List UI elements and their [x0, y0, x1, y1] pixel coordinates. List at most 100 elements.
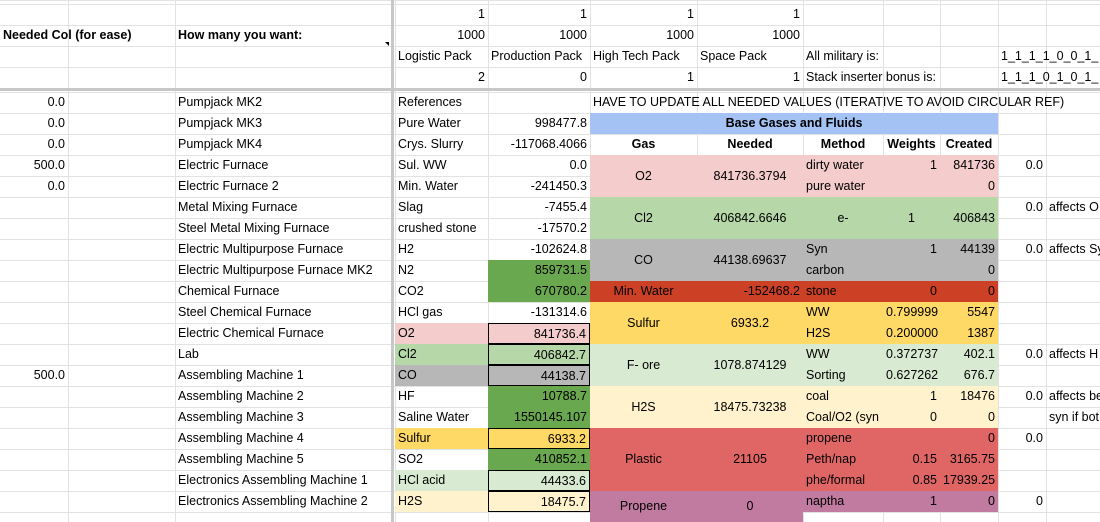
- cell-h17[interactable]: F- ore: [590, 344, 697, 386]
- cell-k10[interactable]: 1: [883, 197, 940, 239]
- cell-c5[interactable]: Pumpjack MK2: [175, 92, 395, 113]
- cell-g10[interactable]: -7455.4: [488, 197, 590, 218]
- cell-c6[interactable]: Pumpjack MK3: [175, 113, 395, 134]
- cell-g8[interactable]: 0.0: [488, 155, 590, 176]
- cell-i17[interactable]: 1078.874129: [697, 344, 803, 386]
- cell-g21[interactable]: 6933.2: [488, 428, 590, 449]
- cell-c20[interactable]: Assembling Machine 3: [175, 407, 395, 428]
- cell-j21[interactable]: propene: [803, 428, 883, 449]
- cell-i8[interactable]: 841736.3794: [697, 155, 803, 197]
- cell-j22[interactable]: Peth/nap: [803, 449, 883, 470]
- cell-h10[interactable]: Cl2: [590, 197, 697, 239]
- cell-m21[interactable]: 0.0: [998, 428, 1046, 449]
- cell-i14[interactable]: -152468.2: [697, 281, 803, 302]
- cell-f23[interactable]: HCl acid: [395, 470, 488, 491]
- cell-l18[interactable]: 676.7: [940, 365, 998, 386]
- cell-k15[interactable]: 0.799999: [883, 302, 940, 323]
- cell-f12[interactable]: H2: [395, 239, 488, 260]
- cell-h8[interactable]: O2: [590, 155, 697, 197]
- cell-j14[interactable]: stone: [803, 281, 883, 302]
- cell-i2[interactable]: 1000: [697, 25, 803, 46]
- cell-c19[interactable]: Assembling Machine 2: [175, 386, 395, 407]
- cell-i19[interactable]: 18475.73238: [697, 386, 803, 428]
- cell-l9[interactable]: 0: [940, 176, 998, 197]
- cell-i7[interactable]: Needed: [697, 134, 803, 155]
- cell-c22[interactable]: Assembling Machine 5: [175, 449, 395, 470]
- cell-g19[interactable]: 10788.7: [488, 386, 590, 407]
- cell-f21[interactable]: Sulfur: [395, 428, 488, 449]
- cell-i3[interactable]: Space Pack: [697, 46, 803, 67]
- cell-l16[interactable]: 1387: [940, 323, 998, 344]
- cell-j24[interactable]: naptha: [803, 491, 883, 512]
- cell-l13[interactable]: 0: [940, 260, 998, 281]
- cell-a5[interactable]: 0.0: [0, 92, 68, 113]
- cell-m17[interactable]: 0.0: [998, 344, 1046, 365]
- cell-k17[interactable]: 0.372737: [883, 344, 940, 365]
- cell-n17[interactable]: affects H: [1046, 344, 1100, 365]
- cell-g13[interactable]: 859731.5: [488, 260, 590, 281]
- cell-i15[interactable]: 6933.2: [697, 302, 803, 344]
- cell-f18[interactable]: CO: [395, 365, 488, 386]
- cell-m19[interactable]: 0.0: [998, 386, 1046, 407]
- cell-k18[interactable]: 0.627262: [883, 365, 940, 386]
- cell-c15[interactable]: Steel Chemical Furnace: [175, 302, 395, 323]
- cell-n10[interactable]: affects O: [1046, 197, 1100, 218]
- cell-l20[interactable]: 0: [940, 407, 998, 428]
- cell-l12[interactable]: 44139: [940, 239, 998, 260]
- cell-l7[interactable]: Created: [940, 134, 998, 155]
- cell-g12[interactable]: -102624.8: [488, 239, 590, 260]
- cell-j12[interactable]: Syn: [803, 239, 883, 260]
- cell-f4[interactable]: 2: [395, 67, 488, 88]
- cell-h3[interactable]: High Tech Pack: [590, 46, 697, 67]
- cell-g22[interactable]: 410852.1: [488, 449, 590, 470]
- cell-j4[interactable]: Stack inserter bonus is:: [803, 67, 1003, 88]
- cell-a7[interactable]: 0.0: [0, 134, 68, 155]
- cell-c24[interactable]: Electronics Assembling Machine 2: [175, 491, 395, 512]
- cell-g9[interactable]: -241450.3: [488, 176, 590, 197]
- cell-f24[interactable]: H2S: [395, 491, 488, 512]
- cell-c10[interactable]: Metal Mixing Furnace: [175, 197, 395, 218]
- cell-f6[interactable]: Pure Water: [395, 113, 488, 134]
- cell-k3[interactable]: 1_1_1_1_0_0_1_: [998, 46, 1100, 67]
- cell-c11[interactable]: Steel Metal Mixing Furnace: [175, 218, 395, 239]
- cell-c21[interactable]: Assembling Machine 4: [175, 428, 395, 449]
- cell-h7[interactable]: Gas: [590, 134, 697, 155]
- cell-f16[interactable]: O2: [395, 323, 488, 344]
- cell-m24[interactable]: 0: [998, 491, 1046, 512]
- cell-j20[interactable]: Coal/O2 (syn: [803, 407, 883, 428]
- cell-h2[interactable]: 1000: [590, 25, 697, 46]
- cell-g1[interactable]: 1: [488, 4, 590, 25]
- cell-f2[interactable]: 1000: [395, 25, 488, 46]
- cell-j3[interactable]: All military is:: [803, 46, 1003, 67]
- cell-g24[interactable]: 18475.7: [488, 491, 590, 512]
- cell-k22[interactable]: 0.15: [883, 449, 940, 470]
- cell-g23[interactable]: 44433.6: [488, 470, 590, 491]
- cell-c13[interactable]: Electric Multipurpose Furnace MK2: [175, 260, 395, 281]
- cell-a9[interactable]: 0.0: [0, 176, 68, 197]
- cell-j7[interactable]: Method: [803, 134, 883, 155]
- cell-l15[interactable]: 5547: [940, 302, 998, 323]
- cell-f20[interactable]: Saline Water: [395, 407, 488, 428]
- cell-j19[interactable]: coal: [803, 386, 883, 407]
- cell-j18[interactable]: Sorting: [803, 365, 883, 386]
- cell-h19[interactable]: H2S: [590, 386, 697, 428]
- cell-l17[interactable]: 402.1: [940, 344, 998, 365]
- cell-g20[interactable]: 1550145.107: [488, 407, 590, 428]
- cell-l8[interactable]: 841736: [940, 155, 998, 176]
- cell-k23[interactable]: 0.85: [883, 470, 940, 491]
- cell-j9[interactable]: pure water: [803, 176, 883, 197]
- cell-f5[interactable]: References: [395, 92, 488, 113]
- cell-l24[interactable]: 0: [940, 491, 998, 512]
- cell-f13[interactable]: N2: [395, 260, 488, 281]
- cell-j15[interactable]: WW: [803, 302, 883, 323]
- cell-f19[interactable]: HF: [395, 386, 488, 407]
- cell-f7[interactable]: Crys. Slurry: [395, 134, 488, 155]
- cell-i21[interactable]: 21105: [697, 428, 803, 491]
- cell-j17[interactable]: WW: [803, 344, 883, 365]
- cell-g11[interactable]: -17570.2: [488, 218, 590, 239]
- cell-j16[interactable]: H2S: [803, 323, 883, 344]
- cell-k16[interactable]: 0.200000: [883, 323, 940, 344]
- cell-f22[interactable]: SO2: [395, 449, 488, 470]
- cell-g15[interactable]: -131314.6: [488, 302, 590, 323]
- cell-k4[interactable]: 1_1_1_0_1_0_1_: [998, 67, 1100, 88]
